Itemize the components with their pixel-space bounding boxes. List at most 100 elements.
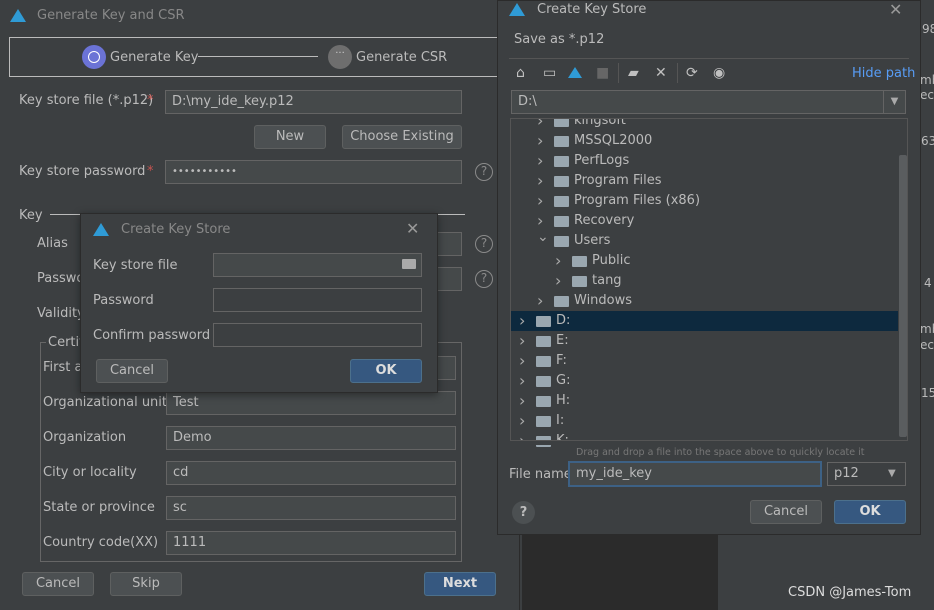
delete-icon[interactable]: ✕ (655, 65, 667, 81)
cancel-button[interactable]: Cancel (96, 359, 168, 383)
chevron-right-icon[interactable]: › (537, 151, 543, 171)
divider (509, 58, 909, 59)
chevron-right-icon[interactable]: › (537, 191, 543, 211)
next-button[interactable]: Next (424, 572, 496, 596)
cancel-button[interactable]: Cancel (750, 500, 822, 524)
chevron-right-icon[interactable]: › (519, 411, 525, 431)
dialog-title: Create Key Store (537, 2, 647, 17)
app-logo-icon (509, 3, 525, 16)
chevron-right-icon[interactable]: › (555, 251, 561, 271)
project-icon[interactable] (568, 67, 582, 78)
file-name-input[interactable]: my_ide_key (568, 461, 822, 487)
tree-row[interactable]: › tang (511, 271, 898, 291)
tree-row[interactable]: › G: (511, 371, 898, 391)
help-icon[interactable]: ? (475, 163, 493, 181)
country-input[interactable]: 1111 (166, 531, 456, 555)
chevron-right-icon[interactable]: › (555, 271, 561, 291)
tree-row[interactable]: › Program Files (511, 171, 898, 191)
keystore-file-label: Key store file (*.p12) (19, 93, 154, 108)
city-label: City or locality (43, 465, 137, 480)
tree-row-label: Windows (574, 293, 633, 308)
dialog-title: Create Key Store (121, 222, 231, 237)
ok-button[interactable]: OK (350, 359, 422, 383)
chevron-down-icon[interactable]: ▼ (888, 468, 896, 479)
chevron-down-icon[interactable]: ▼ (883, 91, 905, 113)
tree-row-label: I: (556, 413, 565, 428)
tree-row[interactable]: ⌄ Users (511, 229, 898, 251)
chevron-right-icon[interactable]: › (537, 131, 543, 151)
folder-icon (554, 156, 569, 167)
keystore-password-label: Key store password (19, 164, 146, 179)
step-connector (198, 56, 318, 57)
city-input[interactable]: cd (166, 461, 456, 485)
watermark: CSDN @James-Tom (788, 585, 912, 600)
tree-row[interactable]: › I: (511, 411, 898, 431)
help-icon[interactable]: ? (512, 501, 535, 524)
chevron-right-icon[interactable]: › (519, 371, 525, 391)
tree-row[interactable]: › E: (511, 331, 898, 351)
close-icon[interactable]: ✕ (889, 0, 902, 19)
keystore-file-label: Key store file (93, 258, 178, 273)
chevron-right-icon[interactable]: › (537, 171, 543, 191)
confirm-password-input[interactable] (213, 323, 422, 347)
cancel-button[interactable]: Cancel (22, 572, 94, 596)
refresh-icon[interactable]: ⟳ (686, 65, 698, 81)
org-input[interactable]: Demo (166, 426, 456, 450)
tree-clip (510, 441, 908, 445)
folder-icon (536, 416, 551, 427)
tree-row[interactable]: › Program Files (x86) (511, 191, 898, 211)
help-icon[interactable]: ? (475, 235, 493, 253)
tree-clip (510, 114, 908, 118)
tree-row[interactable]: › PerfLogs (511, 151, 898, 171)
app-logo-icon (10, 9, 26, 22)
chevron-down-icon[interactable]: ⌄ (537, 227, 549, 247)
tree-row[interactable]: › Public (511, 251, 898, 271)
state-input[interactable]: sc (166, 496, 456, 520)
new-button[interactable]: New (254, 125, 326, 149)
chevron-right-icon[interactable]: › (519, 311, 525, 331)
choose-existing-button[interactable]: Choose Existing (342, 125, 462, 149)
tree-row[interactable]: › Recovery (511, 211, 898, 231)
tree-row[interactable]: › Windows (511, 291, 898, 311)
folder-icon (536, 336, 551, 347)
folder-icon (554, 136, 569, 147)
toolbar-separator (618, 63, 619, 83)
step-active-icon (82, 45, 106, 69)
tree-row-label: Public (592, 253, 631, 268)
skip-button[interactable]: Skip (110, 572, 182, 596)
keystore-file-input[interactable]: D:\my_ide_key.p12 (165, 90, 462, 114)
tree-row[interactable]: › D: (511, 311, 898, 331)
folder-open-icon[interactable] (402, 259, 416, 269)
folder-icon (554, 216, 569, 227)
tree-row-label: H: (556, 393, 571, 408)
chevron-right-icon[interactable]: › (519, 391, 525, 411)
folder-icon (554, 176, 569, 187)
chevron-right-icon[interactable]: › (537, 291, 543, 311)
desktop-icon[interactable]: ▭ (543, 65, 556, 81)
tree-row[interactable]: › H: (511, 391, 898, 411)
close-icon[interactable]: ✕ (406, 219, 419, 238)
home-icon[interactable]: ⌂ (516, 65, 525, 81)
new-folder-icon[interactable]: ▰ (628, 65, 639, 81)
module-icon[interactable]: ■ (596, 65, 609, 81)
keystore-file-input[interactable] (213, 253, 422, 277)
ok-button[interactable]: OK (834, 500, 906, 524)
show-hidden-icon[interactable]: ◉ (713, 65, 725, 81)
background-fragment: 15 (921, 386, 934, 400)
background-fragment: 4 (924, 276, 932, 290)
key-section-label: Key (19, 208, 43, 223)
tree-row[interactable]: › F: (511, 351, 898, 371)
tree-row[interactable]: › MSSQL2000 (511, 131, 898, 151)
app-logo-icon (93, 223, 109, 236)
org-unit-input[interactable]: Test (166, 391, 456, 415)
chevron-right-icon[interactable]: › (519, 351, 525, 371)
dialog-title: Generate Key and CSR (37, 8, 185, 23)
tree-scrollbar[interactable] (899, 155, 907, 437)
hide-path-link[interactable]: Hide path (852, 66, 915, 81)
tree-row-label: Program Files (574, 173, 662, 188)
password-input[interactable] (213, 288, 422, 312)
help-icon[interactable]: ? (475, 270, 493, 288)
create-keystore-dialog: Create Key Store ✕ Key store file Passwo… (80, 213, 438, 393)
chevron-right-icon[interactable]: › (519, 331, 525, 351)
keystore-password-input[interactable]: ••••••••••• (165, 160, 462, 184)
